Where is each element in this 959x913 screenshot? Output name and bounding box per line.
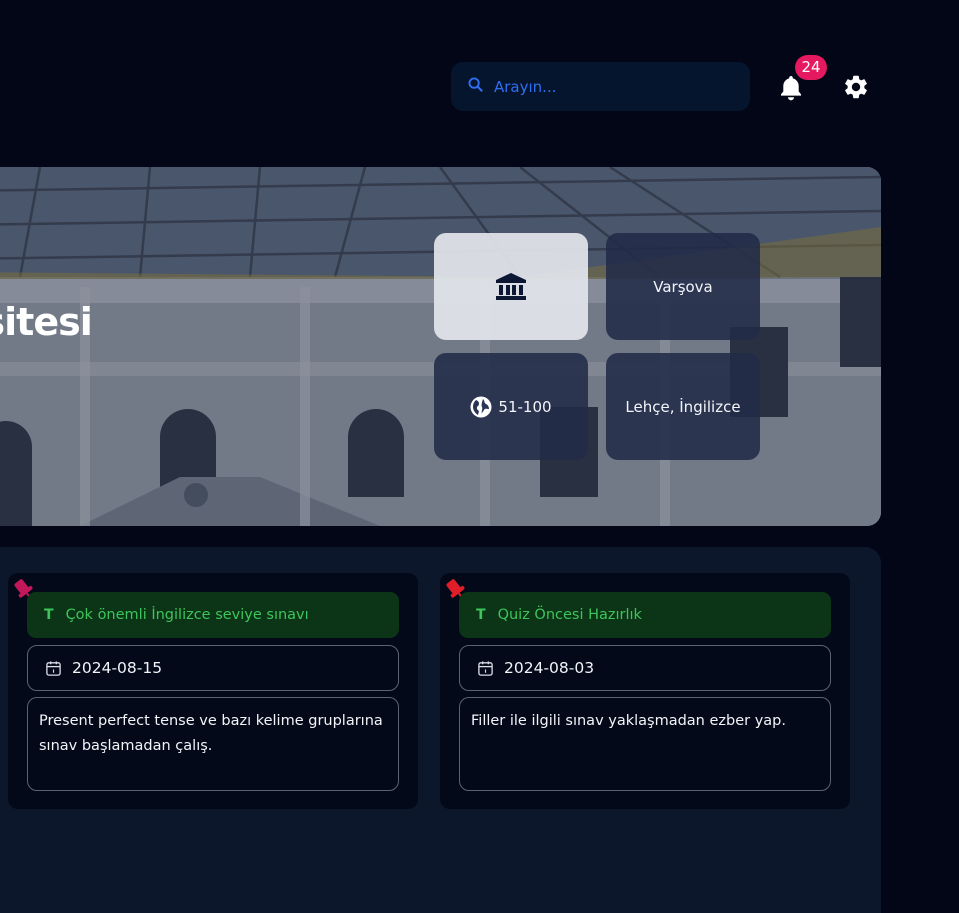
city-card: Varşova — [606, 233, 760, 340]
hero-banner — [0, 167, 881, 526]
search-input[interactable] — [492, 76, 726, 97]
text-type-icon: T — [44, 607, 54, 623]
search-box[interactable] — [451, 62, 750, 111]
page: 24 — [0, 0, 959, 913]
note-title-text: Çok önemli İngilizce seviye sınavı — [65, 607, 309, 623]
language-card: Lehçe, İngilizce — [606, 353, 760, 460]
search-icon — [468, 77, 483, 96]
ranking-card: 51-100 — [434, 353, 588, 460]
gear-icon[interactable] — [842, 73, 870, 101]
note-body-field[interactable]: Present perfect tense ve bazı kelime gru… — [27, 697, 399, 791]
note-title[interactable]: T Quiz Öncesi Hazırlık — [459, 592, 831, 638]
note-date-field[interactable]: 2024-08-03 — [459, 645, 831, 691]
note-title-text: Quiz Öncesi Hazırlık — [497, 607, 642, 623]
note-body-field[interactable]: Filler ile ilgili sınav yaklaşmadan ezbe… — [459, 697, 831, 791]
institution-icon — [496, 272, 526, 300]
note-date-field[interactable]: 2024-08-15 — [27, 645, 399, 691]
notification-badge: 24 — [795, 55, 827, 80]
ranking-label: 51-100 — [498, 397, 552, 416]
university-title: ersitesi — [0, 300, 93, 344]
globe-icon — [470, 396, 492, 417]
note-date-text: 2024-08-15 — [72, 659, 163, 677]
language-label: Lehçe, İngilizce — [625, 397, 741, 416]
institution-type-card — [434, 233, 588, 340]
note-title[interactable]: T Çok önemli İngilizce seviye sınavı — [27, 592, 399, 638]
calendar-icon — [46, 660, 61, 676]
hero-overlay — [0, 167, 881, 526]
note-date-text: 2024-08-03 — [504, 659, 595, 677]
city-label: Varşova — [653, 277, 713, 296]
calendar-icon — [478, 660, 493, 676]
text-type-icon: T — [476, 607, 486, 623]
